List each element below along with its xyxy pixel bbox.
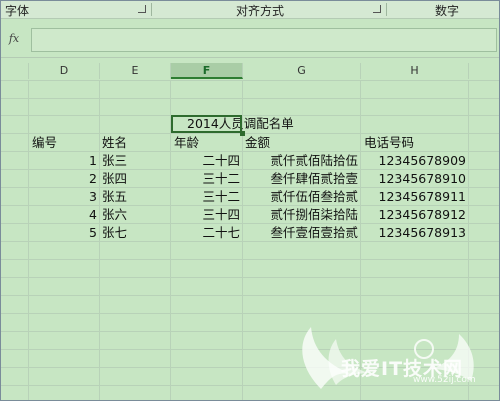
- column-header-d[interactable]: D: [29, 63, 100, 79]
- grid-line: [1, 313, 499, 314]
- cell-id[interactable]: 1: [29, 152, 97, 170]
- cell-phone[interactable]: 12345678909: [361, 152, 466, 170]
- column-header-e[interactable]: E: [100, 63, 171, 79]
- grid-line: [1, 98, 499, 99]
- header-amount[interactable]: 金额: [245, 134, 270, 152]
- row-header-corner[interactable]: [1, 63, 29, 79]
- ribbon-separator: [386, 3, 387, 16]
- column-header-h[interactable]: H: [361, 63, 469, 79]
- cell-id[interactable]: 3: [29, 188, 97, 206]
- cell-phone[interactable]: 12345678912: [361, 206, 466, 224]
- grid-line: [1, 295, 499, 296]
- cell-age[interactable]: 二十四: [171, 152, 240, 170]
- header-id[interactable]: 编号: [32, 134, 57, 152]
- cell-phone[interactable]: 12345678913: [361, 224, 466, 242]
- ribbon-group-alignment-label: 对齐方式: [236, 4, 285, 18]
- cell-id[interactable]: 2: [29, 170, 97, 188]
- cell-name[interactable]: 张五: [102, 188, 127, 206]
- cell-id[interactable]: 5: [29, 224, 97, 242]
- function-icon[interactable]: fx: [3, 29, 25, 49]
- cell-age[interactable]: 二十七: [171, 224, 240, 242]
- cell-name[interactable]: 张四: [102, 170, 127, 188]
- grid-line: [1, 277, 499, 278]
- cell-amount[interactable]: 贰仟贰佰陆拾伍: [243, 152, 358, 170]
- cell-name[interactable]: 张七: [102, 224, 127, 242]
- grid-line: [1, 259, 499, 260]
- font-dialog-launcher-icon[interactable]: [138, 5, 146, 13]
- header-name[interactable]: 姓名: [102, 134, 127, 152]
- ribbon-separator: [151, 3, 152, 16]
- ribbon-groups: 字体 对齐方式 数字: [1, 1, 499, 19]
- ribbon-group-font-label: 字体: [5, 4, 30, 18]
- cell-name[interactable]: 张六: [102, 206, 127, 224]
- grid-line: [99, 80, 100, 400]
- cell-amount[interactable]: 叁仟壹佰壹拾贰: [243, 224, 358, 242]
- cell-age[interactable]: 三十二: [171, 170, 240, 188]
- header-age[interactable]: 年龄: [174, 134, 199, 152]
- formula-bar: fx: [1, 19, 499, 58]
- cell-id[interactable]: 4: [29, 206, 97, 224]
- cell-amount[interactable]: 贰仟捌佰柒拾陆: [243, 206, 358, 224]
- cell-phone[interactable]: 12345678911: [361, 188, 466, 206]
- column-header-f[interactable]: F: [171, 63, 243, 79]
- spreadsheet-window: 字体 对齐方式 数字 fx D E F G H 2014人员调配名单 编号 姓名…: [0, 0, 500, 401]
- watermark-url: www.52ij.com: [413, 375, 476, 385]
- alignment-dialog-launcher-icon[interactable]: [373, 5, 381, 13]
- cell-name[interactable]: 张三: [102, 152, 127, 170]
- cell-amount[interactable]: 贰仟伍佰叁拾贰: [243, 188, 358, 206]
- header-phone[interactable]: 电话号码: [364, 134, 414, 152]
- column-header-g[interactable]: G: [243, 63, 361, 79]
- ribbon-group-number-label: 数字: [435, 4, 460, 18]
- cell-age[interactable]: 三十二: [171, 188, 240, 206]
- grid-line: [1, 80, 499, 81]
- active-cell-selection: [171, 115, 242, 133]
- cell-age[interactable]: 三十四: [171, 206, 240, 224]
- formula-input[interactable]: [31, 28, 497, 52]
- cell-phone[interactable]: 12345678910: [361, 170, 466, 188]
- cell-amount[interactable]: 叁仟肆佰贰拾壹: [243, 170, 358, 188]
